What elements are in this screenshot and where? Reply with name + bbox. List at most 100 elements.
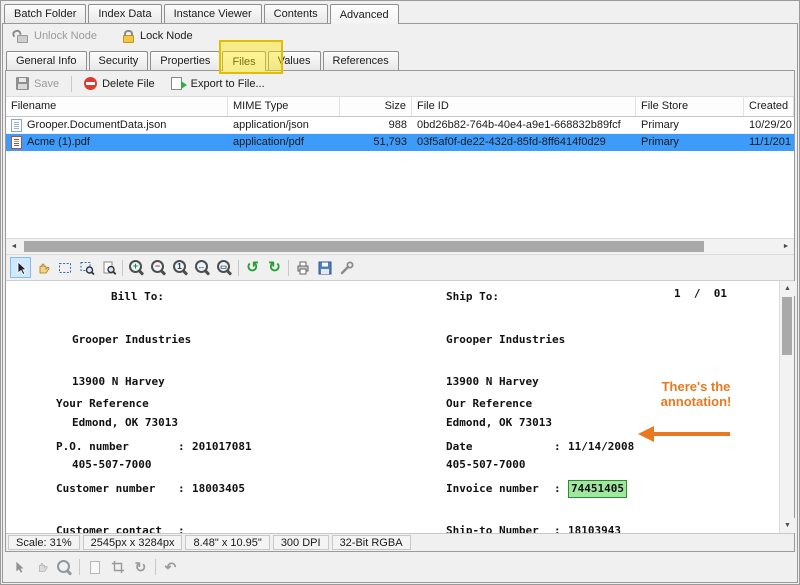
table-row-selected[interactable]: Acme (1).pdf application/pdf 51,793 03f5… [6, 134, 794, 151]
column-header-created[interactable]: Created [744, 97, 794, 116]
footer-zoom-region-button[interactable] [54, 557, 75, 578]
status-color-format: 32-Bit RGBA [332, 535, 411, 550]
toolbar-separator [79, 559, 80, 575]
tab-general-info[interactable]: General Info [6, 51, 87, 70]
zoom-fit-width-button[interactable] [192, 257, 213, 278]
tab-contents[interactable]: Contents [264, 4, 328, 23]
column-header-filename[interactable]: Filename [6, 97, 228, 116]
tab-properties[interactable]: Properties [150, 51, 220, 70]
footer-crop-button[interactable] [107, 557, 128, 578]
annotation-callout: There's the annotation! [642, 379, 750, 409]
scroll-down-arrow-icon[interactable]: ▼ [780, 518, 795, 533]
column-header-size[interactable]: Size [340, 97, 412, 116]
tab-index-data[interactable]: Index Data [88, 4, 161, 23]
region-select-tool-button[interactable] [54, 257, 75, 278]
tab-values[interactable]: Values [268, 51, 321, 70]
cursor-icon [13, 260, 29, 276]
zoom-in-button[interactable] [126, 257, 147, 278]
zoom-region-icon [79, 260, 95, 276]
field-value: 18103943 [568, 523, 621, 533]
table-row[interactable]: Grooper.DocumentData.json application/js… [6, 117, 794, 134]
your-reference-heading: Your Reference [56, 397, 149, 410]
rotate-cw-button[interactable] [264, 257, 285, 278]
delete-file-label: Delete File [102, 78, 155, 90]
scrollbar-track[interactable] [22, 239, 778, 254]
pan-tool-button[interactable] [32, 257, 53, 278]
toolbar-separator [288, 260, 289, 276]
our-reference-heading: Our Reference [446, 397, 532, 410]
tab-advanced[interactable]: Advanced [330, 4, 399, 24]
tab-batch-folder[interactable]: Batch Folder [4, 4, 86, 23]
delete-file-button[interactable]: Delete File [78, 74, 161, 93]
field-row: Customer contact: [56, 523, 265, 533]
field-label: Customer contact [56, 523, 178, 533]
save-button[interactable]: Save [10, 74, 65, 93]
sub-tab-bar: General Info Security Properties Files V… [3, 48, 797, 70]
scroll-up-arrow-icon[interactable]: ▲ [780, 281, 795, 296]
scrollbar-thumb[interactable] [24, 241, 704, 252]
field-label: Invoice number [446, 481, 554, 497]
unlock-node-label: Unlock Node [34, 30, 97, 42]
save-icon [16, 77, 29, 90]
zoom-fit-width-icon [194, 259, 211, 276]
cell-mime-type: application/json [228, 117, 340, 133]
scroll-right-arrow-icon[interactable]: ► [778, 239, 794, 254]
horizontal-scrollbar[interactable]: ◄ ► [6, 239, 794, 255]
field-label: Date [446, 439, 554, 455]
wrench-icon [339, 260, 355, 276]
bill-to-line: 13900 N Harvey [72, 374, 191, 390]
export-to-file-button[interactable]: Export to File... [165, 74, 271, 93]
tab-files[interactable]: Files [222, 51, 265, 71]
tab-references[interactable]: References [323, 51, 399, 70]
footer-pan-button[interactable] [31, 557, 52, 578]
delete-icon [84, 77, 97, 90]
zoom-actual-button[interactable] [170, 257, 191, 278]
unlock-node-button[interactable]: Unlock Node [11, 28, 103, 45]
rotate-ccw-icon [246, 260, 259, 275]
floppy-icon [317, 260, 333, 276]
tab-instance-viewer[interactable]: Instance Viewer [164, 4, 262, 23]
bill-to-label: Bill To: [111, 290, 164, 303]
tools-button[interactable] [336, 257, 357, 278]
tab-security[interactable]: Security [89, 51, 149, 70]
undo-icon [165, 560, 177, 574]
rotate-ccw-button[interactable] [242, 257, 263, 278]
json-file-icon [11, 119, 22, 132]
zoom-actual-icon [172, 259, 189, 276]
field-colon: : [554, 481, 568, 497]
file-table: Filename MIME Type Size File ID File Sto… [6, 97, 794, 239]
select-tool-button[interactable] [10, 257, 31, 278]
viewer-toolbar [6, 255, 794, 281]
footer-page-button[interactable] [84, 557, 105, 578]
field-row: Ship-to Number:18103943 [446, 523, 687, 533]
print-button[interactable] [292, 257, 313, 278]
footer-undo-button[interactable] [160, 557, 181, 578]
save-image-button[interactable] [314, 257, 335, 278]
field-colon: : [178, 523, 192, 533]
footer-rotate-button[interactable] [130, 557, 151, 578]
toolbar-separator [155, 559, 156, 575]
scrollbar-thumb[interactable] [782, 297, 792, 355]
column-header-file-id[interactable]: File ID [412, 97, 636, 116]
cell-created: 11/1/201 [744, 134, 794, 150]
field-colon: : [554, 439, 568, 455]
column-header-mime-type[interactable]: MIME Type [228, 97, 340, 116]
zoom-out-button[interactable] [148, 257, 169, 278]
document-viewer[interactable]: Bill To: Grooper Industries 13900 N Harv… [6, 281, 794, 533]
field-colon: : [178, 439, 192, 455]
scroll-left-arrow-icon[interactable]: ◄ [6, 239, 22, 254]
save-label: Save [34, 78, 59, 90]
toolbar-separator [122, 260, 123, 276]
vertical-scrollbar[interactable]: ▲ ▼ [779, 281, 794, 533]
status-bar: Scale: 31% 2545px x 3284px 8.48" x 10.95… [6, 533, 794, 551]
file-toolbar: Save Delete File Export to File... [6, 71, 794, 97]
zoom-fit-page-button[interactable] [214, 257, 235, 278]
ship-to-line: 13900 N Harvey [446, 374, 565, 390]
zoom-window-tool-button[interactable] [98, 257, 119, 278]
column-header-file-store[interactable]: File Store [636, 97, 744, 116]
lock-node-button[interactable]: Lock Node [117, 28, 199, 45]
zoom-region-tool-button[interactable] [76, 257, 97, 278]
footer-select-button[interactable] [8, 557, 29, 578]
zoom-region-icon [56, 559, 73, 576]
invoice-number-highlight: 74451405 [568, 480, 627, 498]
